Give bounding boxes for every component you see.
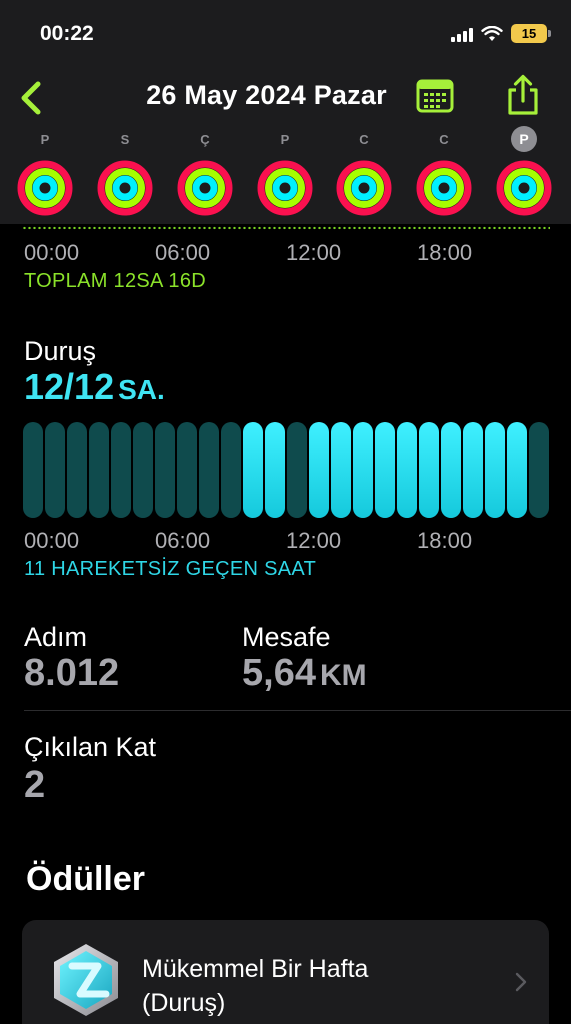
stand-time-axis: 00:00 06:00 12:00 18:00	[24, 528, 544, 554]
battery-icon: 15	[511, 24, 551, 43]
chevron-right-icon	[515, 972, 527, 992]
activity-rings-icon	[97, 160, 153, 216]
share-icon[interactable]	[504, 74, 542, 116]
calendar-icon[interactable]	[416, 78, 454, 114]
stand-value: 12/12 SA.	[24, 366, 165, 408]
day-5[interactable]: C	[416, 128, 472, 216]
stand-hour-bar	[463, 422, 483, 518]
activity-summary-screen: 00:22 15 26 May 2024 Pazar P S Ç P C C P…	[0, 0, 571, 1024]
stand-hour-bar	[331, 422, 351, 518]
day-letter: P	[17, 128, 73, 150]
stand-hour-bar	[67, 422, 87, 518]
battery-level: 15	[521, 26, 537, 41]
distance-value: 5,64 KM	[242, 652, 367, 695]
cellular-signal-icon	[451, 26, 473, 42]
day-letter-text: P	[40, 131, 50, 147]
time-tick: 06:00	[155, 528, 211, 553]
stand-hour-bar	[287, 422, 307, 518]
day-3[interactable]: P	[257, 128, 313, 216]
day-letter: C	[416, 128, 472, 150]
stand-unit: SA.	[118, 374, 165, 405]
day-letter: Ç	[177, 128, 233, 150]
inactive-hours-caption: 11 HAREKETSİZ GEÇEN SAAT	[24, 558, 317, 580]
stand-label: Duruş	[24, 336, 97, 366]
floors-value: 2	[24, 764, 46, 806]
floors-label: Çıkılan Kat	[24, 732, 157, 762]
day-letter-text: C	[359, 131, 369, 147]
time-tick: 06:00	[155, 240, 211, 265]
day-letter-text: S	[120, 131, 130, 147]
activity-rings-icon	[416, 160, 472, 216]
day-letter-text: C	[439, 131, 449, 147]
time-tick: 18:00	[417, 528, 473, 553]
stand-hour-bar	[375, 422, 395, 518]
exercise-time-axis: 00:00 06:00 12:00 18:00	[24, 240, 544, 266]
stand-hour-bar	[221, 422, 241, 518]
stand-hours-chart	[22, 422, 550, 518]
activity-rings-icon	[177, 160, 233, 216]
status-icons: 15	[451, 24, 551, 43]
time-tick: 12:00	[286, 528, 342, 553]
activity-rings-icon	[17, 160, 73, 216]
stand-hour-bar	[89, 422, 109, 518]
week-day-selector: PSÇPCCP	[0, 126, 571, 224]
stand-hours: 12/12	[24, 366, 115, 407]
day-letter-text: P	[280, 131, 290, 147]
awards-title: Ödüller	[26, 860, 146, 898]
page-title: 26 May 2024 Pazar	[146, 80, 387, 110]
day-2[interactable]: Ç	[177, 128, 233, 216]
stand-hour-bar	[485, 422, 505, 518]
day-4[interactable]: C	[336, 128, 392, 216]
activity-rings-icon	[336, 160, 392, 216]
stand-hour-bar	[529, 422, 549, 518]
stand-hour-bar	[441, 422, 461, 518]
divider	[24, 710, 571, 711]
day-letter: C	[336, 128, 392, 150]
stand-hour-bar	[155, 422, 175, 518]
stand-hour-bar	[353, 422, 373, 518]
stand-hour-bar	[243, 422, 263, 518]
stand-hour-bar	[419, 422, 439, 518]
activity-rings-icon	[496, 160, 552, 216]
stand-hour-bar	[177, 422, 197, 518]
distance-label: Mesafe	[242, 622, 331, 652]
stand-hour-bar	[265, 422, 285, 518]
steps-label: Adım	[24, 622, 88, 652]
day-letter: P	[257, 128, 313, 150]
distance-unit: KM	[319, 659, 367, 692]
award-title: Mükemmel Bir Hafta (Duruş)	[142, 955, 369, 1017]
stand-hour-bar	[309, 422, 329, 518]
day-6[interactable]: P	[496, 126, 552, 216]
day-letter-text: Ç	[200, 131, 210, 147]
award-badge-icon	[54, 944, 118, 1016]
status-bar: 00:22 15	[0, 0, 571, 64]
steps-value: 8.012	[24, 652, 120, 694]
stand-hour-bar	[111, 422, 131, 518]
navigation-bar: 26 May 2024 Pazar	[0, 70, 571, 122]
stand-hour-bar	[507, 422, 527, 518]
stand-hour-bar	[23, 422, 43, 518]
stand-hour-bar	[45, 422, 65, 518]
time-tick: 18:00	[417, 240, 473, 265]
wifi-icon	[481, 25, 503, 41]
header-region: 00:22 15 26 May 2024 Pazar P S Ç P C C P	[0, 0, 571, 224]
status-time: 00:22	[40, 22, 94, 45]
day-letter-text: P	[511, 126, 537, 152]
stand-hour-bar	[133, 422, 153, 518]
activity-rings-icon	[257, 160, 313, 216]
day-letter: S	[97, 128, 153, 150]
time-tick: 00:00	[24, 528, 80, 553]
time-tick: 00:00	[24, 240, 80, 265]
award-card[interactable]: Mükemmel Bir Hafta (Duruş)	[22, 920, 549, 1024]
day-0[interactable]: P	[17, 128, 73, 216]
exercise-total: TOPLAM 12SA 16D	[24, 270, 206, 292]
day-letter: P	[496, 126, 552, 152]
time-tick: 12:00	[286, 240, 342, 265]
distance-number: 5,64	[242, 652, 316, 694]
stand-hour-bar	[397, 422, 417, 518]
stand-hour-bar	[199, 422, 219, 518]
exercise-timeline-dots	[22, 226, 550, 230]
day-1[interactable]: S	[97, 128, 153, 216]
